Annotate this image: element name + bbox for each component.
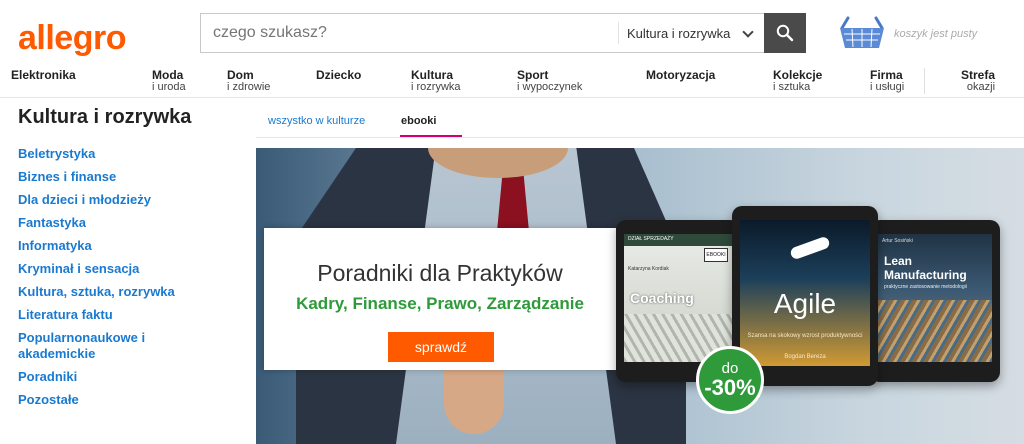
- cover-title: Lean Manufacturing: [884, 254, 967, 282]
- nav-item-sublabel: i usługi: [870, 81, 905, 93]
- chevron-down-icon: [742, 26, 754, 38]
- nav-item-label: Kolekcje: [773, 68, 823, 82]
- tabs-divider: [256, 137, 1024, 138]
- nav-item-kultura[interactable]: Kultura i rozrywka: [411, 69, 461, 93]
- nav-item-kolekcje[interactable]: Kolekcje i sztuka: [773, 69, 822, 93]
- category-nav: Elektronika Moda i uroda Dom i zdrowie D…: [0, 66, 1024, 98]
- sidebar-item-biznes-i-finanse[interactable]: Biznes i finanse: [18, 169, 208, 185]
- cover-artwork: [878, 300, 992, 362]
- basket-icon: [840, 16, 884, 48]
- nav-item-label: Dom: [227, 68, 254, 82]
- sidebar-item-poradniki[interactable]: Poradniki: [18, 369, 208, 385]
- cover-series: DZIAŁ SPRZEDAŻY: [628, 236, 674, 242]
- search-icon: [776, 24, 794, 42]
- nav-item-label: Firma: [870, 68, 903, 82]
- cover-subtitle: Szansa na skokowy wzrost produktywności: [747, 333, 863, 339]
- discount-badge-prefix: do: [721, 359, 739, 377]
- nav-item-strefa-okazji[interactable]: Strefa okazji: [961, 69, 995, 93]
- tab-wszystko-w-kulturze[interactable]: wszystko w kulturze: [268, 115, 365, 127]
- nav-item-sublabel: i rozrywka: [411, 81, 461, 93]
- sidebar-item-kryminal[interactable]: Kryminał i sensacja: [18, 261, 208, 277]
- ebook-cover-coaching: DZIAŁ SPRZEDAŻY EBOOKI Katarzyna Kordiak…: [624, 234, 732, 362]
- tablet-lean: Artur Sosiński Lean Manufacturing prakty…: [870, 220, 1000, 382]
- nav-item-sublabel: i wypoczynek: [517, 81, 583, 93]
- discount-badge: do -30%: [696, 346, 764, 414]
- ebook-cover-agile: Agile Szansa na skokowy wzrost produktyw…: [740, 220, 870, 366]
- sidebar-item-informatyka[interactable]: Informatyka: [18, 238, 208, 254]
- nav-item-label: Motoryzacja: [646, 68, 716, 82]
- nav-item-label: Kultura: [411, 68, 453, 82]
- sidebar-item-popularnonaukowe[interactable]: Popularnonaukowe i akademickie: [18, 330, 158, 362]
- promo-subtitle: Kadry, Finanse, Prawo, Zarządzanie: [296, 294, 584, 313]
- nav-item-label: Elektronika: [11, 68, 76, 82]
- sidebar-item-fantastyka[interactable]: Fantastyka: [18, 215, 208, 231]
- nav-divider: [924, 68, 925, 94]
- cover-author: Artur Sosiński: [882, 238, 913, 244]
- sidebar-item-pozostale[interactable]: Pozostałe: [18, 392, 208, 408]
- nav-item-moda[interactable]: Moda i uroda: [152, 69, 186, 93]
- snowboard-graphic: [789, 235, 831, 261]
- category-select-value: Kultura i rozrywka: [627, 25, 731, 41]
- cover-ebook-label: EBOOKI: [704, 248, 728, 262]
- check-button[interactable]: sprawdź: [388, 332, 494, 362]
- nav-item-sport[interactable]: Sport i wypoczynek: [517, 69, 582, 93]
- nav-item-sublabel: i sztuka: [773, 81, 811, 93]
- sidebar-item-literatura-faktu[interactable]: Literatura faktu: [18, 307, 208, 323]
- cart-button[interactable]: [838, 14, 886, 55]
- nav-item-sublabel: okazji: [966, 81, 996, 93]
- promo-banner[interactable]: Poradniki dla Praktyków Kadry, Finanse, …: [256, 148, 1024, 444]
- sidebar: Beletrystyka Biznes i finanse Dla dzieci…: [18, 146, 208, 415]
- nav-item-sublabel: i uroda: [152, 81, 186, 93]
- cover-title: Coaching: [630, 290, 694, 306]
- nav-item-label: Dziecko: [316, 68, 362, 82]
- sidebar-item-kultura-sztuka[interactable]: Kultura, sztuka, rozrywka: [18, 284, 208, 300]
- nav-item-firma[interactable]: Firma i usługi: [870, 69, 904, 93]
- promo-card: Poradniki dla Praktyków Kadry, Finanse, …: [264, 228, 616, 370]
- search-bar: Kultura i rozrywka: [200, 13, 806, 53]
- cart-status: koszyk jest pusty: [894, 28, 978, 40]
- nav-item-label: Moda: [152, 68, 184, 82]
- category-select[interactable]: Kultura i rozrywka: [618, 22, 764, 44]
- nav-item-label: Strefa: [961, 68, 996, 82]
- tab-ebooki[interactable]: ebooki: [401, 115, 436, 127]
- nav-item-elektronika[interactable]: Elektronika: [11, 69, 76, 81]
- search-input[interactable]: [201, 14, 618, 52]
- nav-item-sublabel: i zdrowie: [227, 81, 271, 93]
- nav-item-label: Sport: [517, 68, 549, 82]
- cover-author: Bogdan Bereza: [784, 354, 826, 360]
- cover-author: Katarzyna Kordiak: [628, 266, 669, 272]
- nav-item-dom[interactable]: Dom i zdrowie: [227, 69, 270, 93]
- discount-badge-value: -30%: [704, 374, 756, 400]
- cover-title: Agile: [773, 288, 837, 319]
- ebook-cover-lean: Artur Sosiński Lean Manufacturing prakty…: [878, 234, 992, 362]
- nav-item-motoryzacja[interactable]: Motoryzacja: [646, 69, 715, 81]
- sidebar-item-beletrystyka[interactable]: Beletrystyka: [18, 146, 208, 162]
- page-title: Kultura i rozrywka: [18, 106, 192, 128]
- sidebar-item-dla-dzieci[interactable]: Dla dzieci i młodzieży: [18, 192, 208, 208]
- cover-subtitle: praktyczne zastosowanie metodologii: [884, 284, 967, 290]
- promo-title: Poradniki dla Praktyków: [317, 260, 563, 286]
- search-button[interactable]: [764, 13, 806, 53]
- nav-item-dziecko[interactable]: Dziecko: [316, 69, 361, 81]
- allegro-logo[interactable]: allegro: [18, 18, 126, 58]
